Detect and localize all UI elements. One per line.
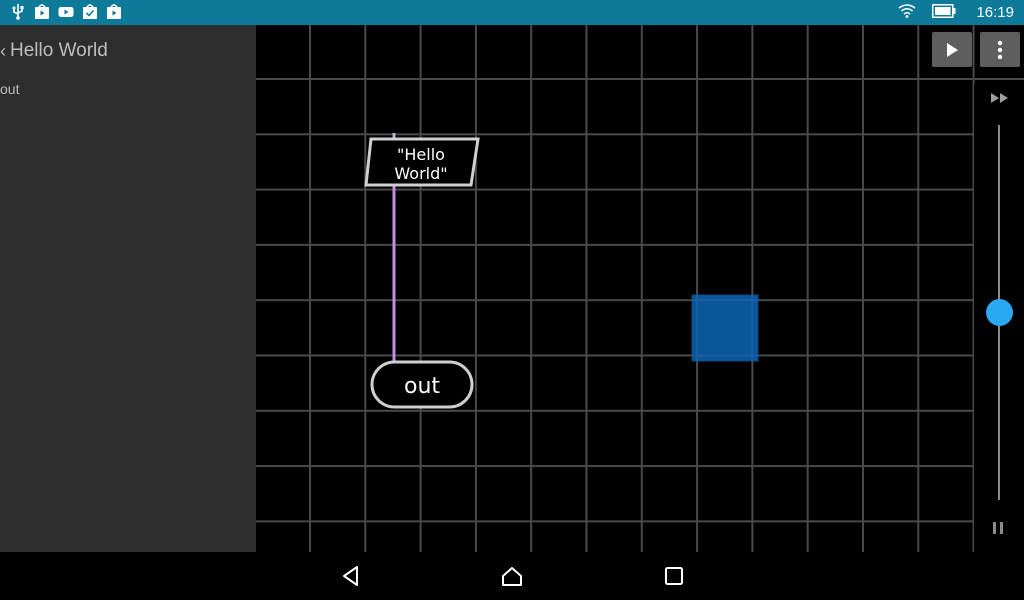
recents-icon[interactable] (662, 564, 686, 588)
chevron-left-icon: ‹ (0, 40, 6, 61)
run-button[interactable] (932, 32, 972, 67)
side-panel: ‹ Hello World out (0, 25, 256, 552)
output-node-label: out (404, 374, 440, 399)
home-icon[interactable] (500, 564, 524, 588)
checklist-icon (82, 4, 98, 20)
status-bar: 16:19 (0, 0, 1024, 25)
clock: 16:19 (976, 4, 1014, 21)
notification-icons (10, 4, 122, 20)
output-node[interactable]: out (370, 360, 474, 409)
system-status: 16:19 (898, 0, 1014, 25)
string-node-label-line2: World" (394, 164, 447, 183)
string-node-label-line1: "Hello (397, 145, 445, 164)
navigation-bar (0, 552, 1024, 600)
more-vert-icon (997, 40, 1003, 59)
more-options-button[interactable] (980, 32, 1020, 67)
wifi-icon (898, 3, 916, 22)
play-store-icon-2 (106, 4, 122, 20)
pause-icon[interactable] (993, 522, 1003, 534)
fast-forward-icon[interactable] (990, 90, 1010, 109)
panel-item-out[interactable]: out (0, 81, 19, 97)
canvas-toolbar (932, 32, 1020, 67)
string-node[interactable]: "Hello World" (364, 137, 480, 187)
selection-square[interactable] (691, 294, 759, 362)
youtube-icon (58, 4, 74, 20)
play-store-icon (34, 4, 50, 20)
back-to-project-button[interactable]: ‹ Hello World (0, 40, 108, 62)
project-title: Hello World (10, 40, 108, 61)
battery-icon (932, 3, 956, 22)
speed-control (974, 85, 1024, 552)
back-icon[interactable] (339, 564, 363, 588)
play-icon (947, 42, 958, 57)
speed-slider-thumb[interactable] (986, 299, 1013, 326)
node-canvas[interactable]: "Hello World" out (256, 25, 1024, 552)
usb-icon (10, 4, 26, 20)
